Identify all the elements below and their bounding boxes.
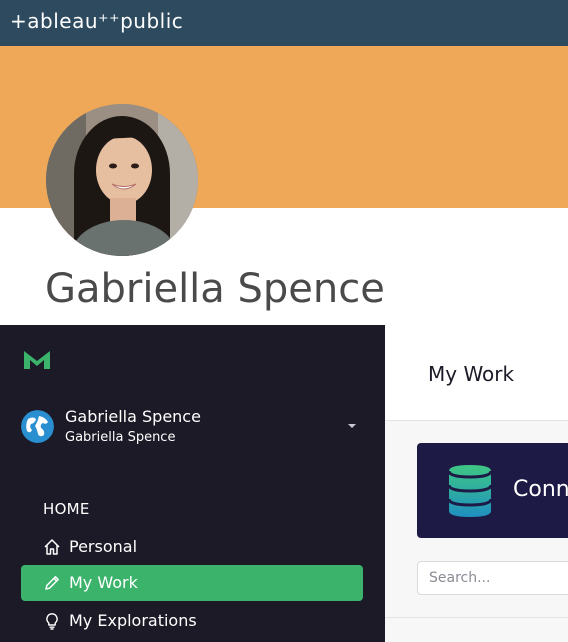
- search-input[interactable]: [417, 561, 568, 595]
- page-title: My Work: [428, 362, 515, 386]
- home-icon: [44, 539, 60, 555]
- globe-icon: [21, 410, 54, 443]
- mode-sidebar: Gabriella Spence Gabriella Spence HOME P…: [0, 325, 385, 642]
- page-header: My Work: [385, 325, 568, 421]
- lightbulb-icon: [46, 613, 58, 630]
- sidebar-item-my-work[interactable]: My Work: [21, 565, 363, 601]
- divider: [385, 617, 568, 618]
- avatar-photo: [46, 104, 198, 256]
- sidebar-item-label: My Work: [69, 573, 138, 592]
- section-heading-home: HOME: [43, 500, 90, 518]
- connect-database-card[interactable]: Conn: [417, 443, 568, 538]
- mode-main-pane: My Work Conn: [385, 325, 568, 642]
- profile-name: Gabriella Spence: [45, 266, 385, 312]
- tableau-public-logo[interactable]: +ableau⁺⁺public: [10, 9, 183, 33]
- account-switcher[interactable]: Gabriella Spence Gabriella Spence: [21, 405, 366, 455]
- profile-avatar: [46, 104, 198, 256]
- mode-m-logo-icon[interactable]: [22, 347, 52, 371]
- tableau-topbar: +ableau⁺⁺public: [0, 0, 568, 46]
- workspace-name: Gabriella Spence: [65, 430, 176, 445]
- chevron-down-icon[interactable]: [345, 419, 359, 433]
- account-name: Gabriella Spence: [65, 407, 201, 426]
- sidebar-item-my-explorations[interactable]: My Explorations: [21, 603, 363, 639]
- sidebar-item-label: Personal: [69, 537, 138, 556]
- sidebar-item-personal[interactable]: Personal: [21, 529, 363, 565]
- pencil-icon: [45, 576, 59, 590]
- connect-label: Conn: [513, 477, 568, 502]
- sidebar-item-label: My Explorations: [69, 611, 197, 630]
- database-icon: [447, 465, 493, 517]
